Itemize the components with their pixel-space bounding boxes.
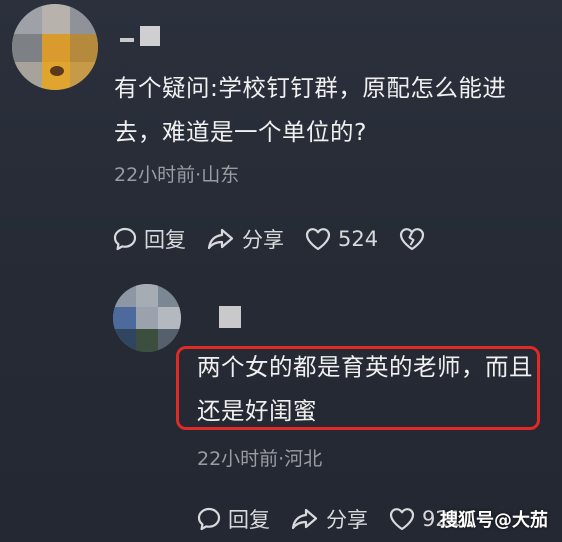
broken-heart-icon xyxy=(399,228,425,251)
heart-icon xyxy=(389,508,415,531)
share-arrow-icon xyxy=(291,508,318,530)
like-button[interactable]: 524 xyxy=(304,226,378,252)
reply-text: 两个女的都是育英的老师，而且还是好闺蜜 xyxy=(197,353,533,425)
reply-avatar[interactable] xyxy=(113,284,181,352)
avatar[interactable] xyxy=(12,4,98,90)
share-label: 分享 xyxy=(242,228,284,252)
reply-button[interactable]: 回复 xyxy=(196,504,270,534)
reply-button[interactable]: 回复 xyxy=(112,224,186,254)
like-count: 524 xyxy=(338,227,379,251)
reply-meta: 22小时前·河北 xyxy=(197,448,323,470)
share-button[interactable]: 分享 xyxy=(290,504,368,534)
reply-label: 回复 xyxy=(228,508,270,532)
comment-actions: 回复 分享 524 xyxy=(112,222,452,256)
reply-label: 回复 xyxy=(144,228,186,252)
dislike-button[interactable] xyxy=(398,226,432,252)
share-label: 分享 xyxy=(326,508,368,532)
share-arrow-icon xyxy=(207,228,234,250)
share-button[interactable]: 分享 xyxy=(206,224,284,254)
watermark: 搜狐号@大茄 xyxy=(440,510,548,531)
comment-bubble-icon xyxy=(197,507,221,531)
reply-username[interactable] xyxy=(219,306,241,328)
username[interactable] xyxy=(120,26,160,48)
comment-bubble-icon xyxy=(113,227,137,251)
heart-icon xyxy=(305,228,331,251)
comment-meta: 22小时前·山东 xyxy=(114,164,240,186)
comment-text: 有个疑问:学校钉钉群，原配怎么能进去，难道是一个单位的? xyxy=(114,74,507,146)
